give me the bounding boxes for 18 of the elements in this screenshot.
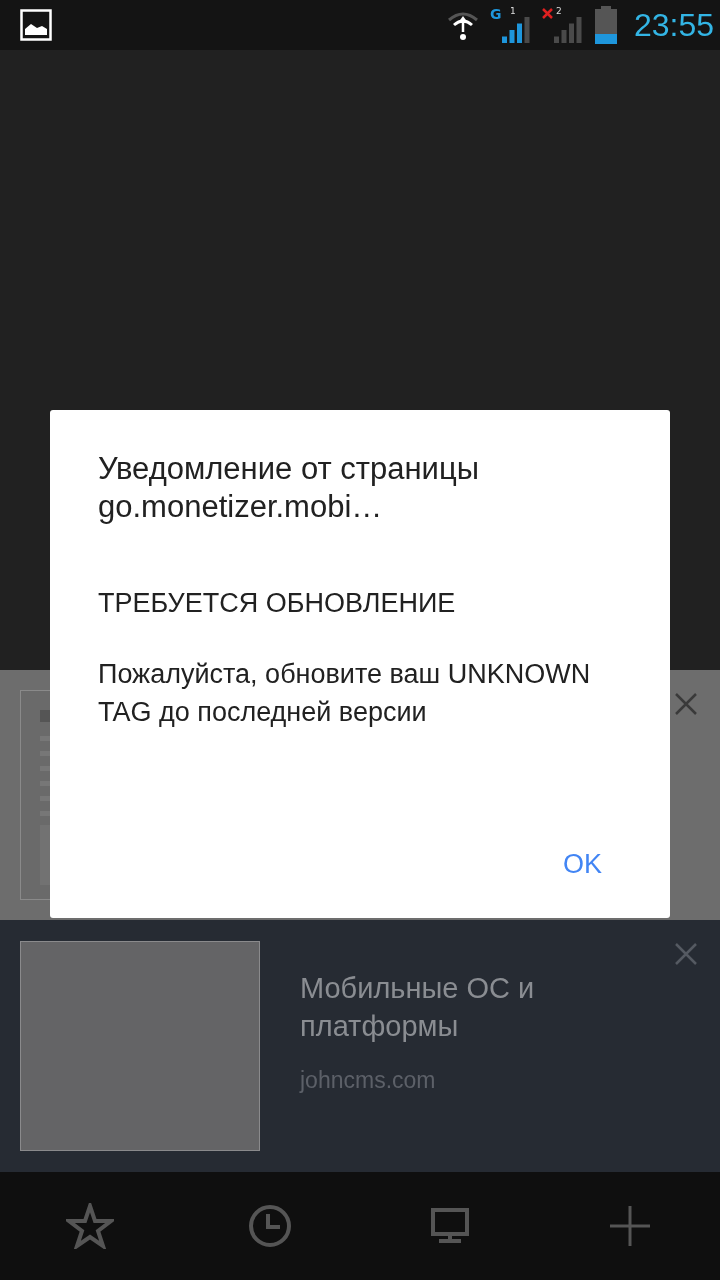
- signal-icon: [501, 17, 532, 43]
- sim-slot: 2: [555, 7, 562, 16]
- sim-slot: 1: [509, 7, 516, 16]
- signal-icon: [553, 17, 584, 43]
- plus-icon: [610, 1206, 650, 1246]
- dialog-title: Уведомление от страницы go.monetizer.mobi…: [98, 450, 480, 526]
- star-icon: [66, 1203, 114, 1249]
- tab-title: Мобильные ОС и платформы: [300, 970, 536, 1044]
- no-signal-icon: [541, 8, 553, 19]
- image-icon: [20, 9, 52, 41]
- ok-button[interactable]: OK: [543, 841, 622, 888]
- clock-icon: [248, 1204, 292, 1248]
- battery-icon: [593, 6, 618, 44]
- monitor-icon: [431, 1208, 469, 1244]
- dialog-heading: ТРЕБУЕТСЯ ОБНОВЛЕНИЕ: [98, 588, 457, 619]
- dialog-message: Пожалуйста, обновите ваш UNKNOWN TAG до последней версии: [98, 658, 592, 729]
- network-type: G: [489, 7, 502, 21]
- clock: 23:55: [633, 6, 714, 44]
